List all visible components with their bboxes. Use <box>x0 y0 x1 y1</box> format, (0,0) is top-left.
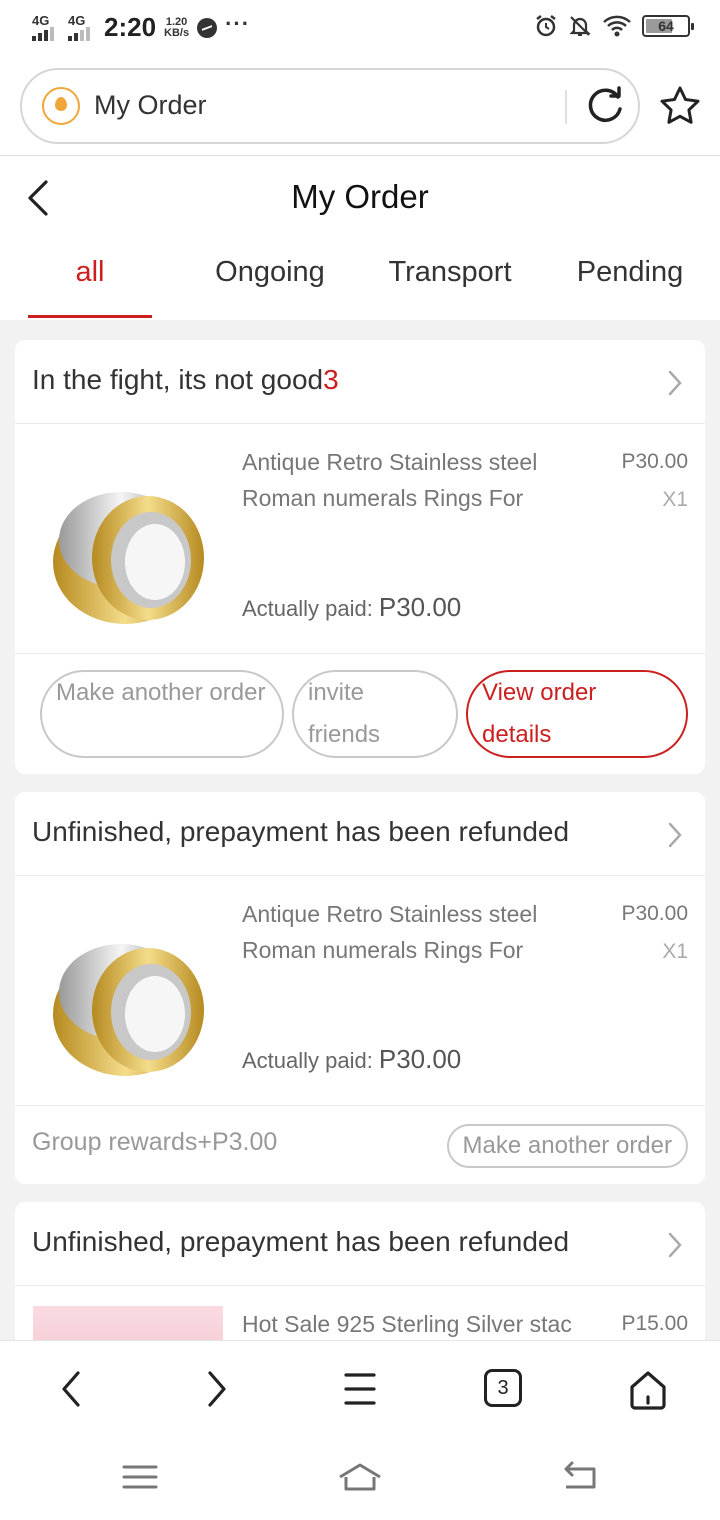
chevron-right-icon <box>668 370 682 396</box>
browser-address-area: My Order <box>0 58 720 156</box>
paid-value: P30.00 <box>378 592 462 622</box>
paid-label: Actually paid: <box>242 1048 373 1073</box>
order-status: Unfinished, prepayment has been refunded <box>32 816 570 847</box>
status-bar: 4G 4G 2:20 1.20 KB/s ··· 64 <box>0 0 720 58</box>
order-tabs: all Ongoing Transport Pending <box>0 256 720 318</box>
make-another-order-button[interactable]: Make another order <box>40 670 284 758</box>
view-order-details-button[interactable]: View order details <box>466 670 688 758</box>
order-status-row[interactable]: In the fight, its not good3 <box>15 340 705 424</box>
droplet-logo-icon <box>42 87 80 125</box>
order-status: In the fight, its not good3 <box>32 364 339 396</box>
forward-icon[interactable] <box>194 1365 238 1413</box>
address-bar[interactable]: My Order <box>20 68 640 144</box>
product-name[interactable]: Antique Retro Stainless steel Roman nume… <box>242 444 602 516</box>
status-right: 64 <box>534 14 694 38</box>
divider <box>565 90 567 124</box>
product-price: P30.00 <box>621 450 688 473</box>
battery-level: 64 <box>658 18 674 34</box>
tab-pending[interactable]: Pending <box>562 256 698 318</box>
order-card: Unfinished, prepayment has been refunded… <box>15 792 705 1184</box>
active-tab-indicator <box>28 315 152 318</box>
mute-bell-icon <box>569 16 591 36</box>
order-item[interactable]: Antique Retro Stainless steel Roman nume… <box>15 424 705 654</box>
order-actions: Make another order invite friends View o… <box>15 654 705 772</box>
order-status-row[interactable]: Unfinished, prepayment has been refunded <box>15 1202 705 1286</box>
product-price: P30.00 <box>621 902 688 925</box>
browser-bottom-bar: 3 <box>0 1340 720 1520</box>
product-price: P15.00 <box>621 1312 688 1335</box>
signal-icon-2: 4G <box>66 13 94 43</box>
order-status-text: In the fight, its not good <box>32 364 324 395</box>
signal-icon: 4G <box>30 13 58 43</box>
tab-label: Transport <box>388 256 512 288</box>
messenger-icon <box>197 17 218 38</box>
star-icon[interactable] <box>658 84 702 128</box>
paid-value: P30.00 <box>378 1044 462 1074</box>
page-title: My Order <box>291 178 429 215</box>
product-name[interactable]: Hot Sale 925 Sterling Silver stac <box>242 1306 602 1342</box>
tab-label: Ongoing <box>215 256 325 288</box>
product-quantity: X1 <box>662 488 688 511</box>
tab-label: all <box>75 256 105 288</box>
paid-amount: Actually paid: P30.00 <box>242 1044 461 1075</box>
invite-friends-button[interactable]: invite friends <box>292 670 458 758</box>
speed-unit: KB/s <box>164 26 190 39</box>
order-footer: Group rewards+P3.00 Make another order <box>15 1106 705 1184</box>
status-left: 4G 4G 2:20 1.20 KB/s ··· <box>30 10 251 43</box>
recent-apps-icon[interactable] <box>116 1459 164 1495</box>
menu-icon[interactable] <box>338 1365 382 1413</box>
tab-transport[interactable]: Transport <box>374 256 526 318</box>
network-speed: 1.20 KB/s <box>164 15 190 39</box>
network-type-2: 4G <box>68 12 86 28</box>
product-quantity: X1 <box>662 940 688 963</box>
speed-value: 1.20 <box>165 15 188 28</box>
wifi-icon <box>603 15 631 37</box>
order-status-count: 3 <box>323 364 339 395</box>
battery-icon: 64 <box>642 15 694 37</box>
chevron-right-icon <box>668 822 682 848</box>
alarm-icon <box>536 15 556 37</box>
group-reward: Group rewards+P3.00 <box>32 1128 278 1156</box>
paid-label: Actually paid: <box>242 596 373 621</box>
order-status: Unfinished, prepayment has been refunded <box>32 1226 570 1257</box>
tabs-icon[interactable]: 3 <box>484 1369 522 1407</box>
tab-ongoing[interactable]: Ongoing <box>200 256 340 318</box>
home-nav-icon[interactable] <box>336 1459 384 1495</box>
paid-amount: Actually paid: P30.00 <box>242 592 461 623</box>
url-text[interactable]: My Order <box>94 90 207 121</box>
more-dots-icon: ··· <box>225 10 251 36</box>
chevron-right-icon <box>668 1232 682 1258</box>
order-status-row[interactable]: Unfinished, prepayment has been refunded <box>15 792 705 876</box>
clock: 2:20 <box>104 12 157 42</box>
back-icon[interactable] <box>50 1365 94 1413</box>
home-icon[interactable] <box>626 1365 670 1413</box>
tab-label: Pending <box>576 256 684 288</box>
order-item[interactable]: Hot Sale 925 Sterling Silver stac P15.00 <box>15 1286 705 1342</box>
product-image[interactable] <box>33 450 223 640</box>
reload-icon[interactable] <box>584 85 626 127</box>
tab-all[interactable]: all <box>28 256 152 318</box>
back-nav-icon[interactable] <box>556 1459 604 1495</box>
product-image[interactable] <box>33 1306 223 1342</box>
make-another-order-button[interactable]: Make another order <box>446 1124 688 1168</box>
order-item[interactable]: Antique Retro Stainless steel Roman nume… <box>15 876 705 1106</box>
product-image[interactable] <box>33 902 223 1092</box>
network-type: 4G <box>32 12 50 28</box>
order-card: Unfinished, prepayment has been refunded… <box>15 1202 705 1342</box>
product-name[interactable]: Antique Retro Stainless steel Roman nume… <box>242 896 602 968</box>
page-header: My Order all Ongoing Transport Pending <box>0 156 720 320</box>
order-card: In the fight, its not good3 Antique Retr… <box>15 340 705 774</box>
